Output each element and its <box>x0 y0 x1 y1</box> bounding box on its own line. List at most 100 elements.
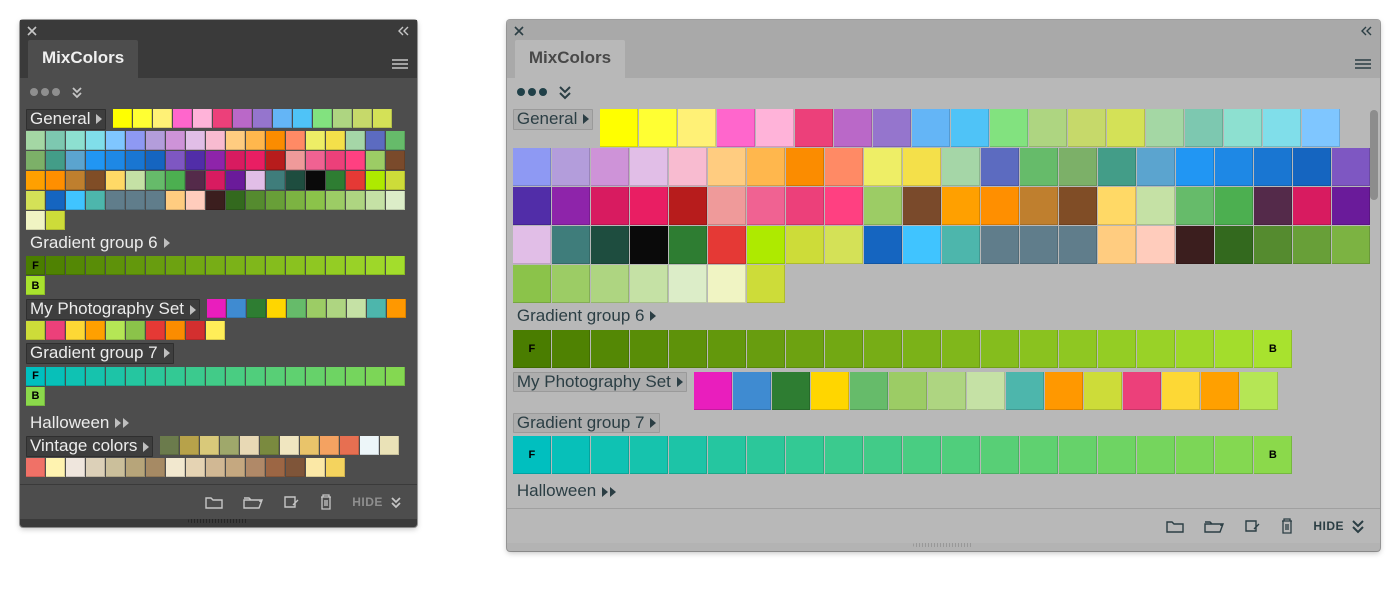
color-swatch[interactable] <box>166 256 185 275</box>
color-swatch[interactable] <box>912 109 950 147</box>
color-swatch[interactable] <box>708 265 746 303</box>
color-swatch[interactable] <box>850 372 888 410</box>
tab-mixcolors[interactable]: MixColors <box>515 40 625 78</box>
color-swatch[interactable] <box>825 226 863 264</box>
color-swatch[interactable] <box>552 265 590 303</box>
color-swatch[interactable] <box>942 330 980 368</box>
color-swatch[interactable] <box>1240 372 1278 410</box>
color-swatch[interactable] <box>669 148 707 186</box>
color-swatch[interactable] <box>246 191 265 210</box>
group-header-myphoto[interactable]: My Photography Set <box>513 372 687 393</box>
color-swatch[interactable] <box>186 151 205 170</box>
color-swatch[interactable] <box>346 151 365 170</box>
color-swatch[interactable] <box>86 256 105 275</box>
collapse-icon[interactable] <box>397 25 411 37</box>
color-swatch[interactable] <box>226 191 245 210</box>
color-swatch[interactable] <box>246 171 265 190</box>
color-swatch[interactable] <box>1059 330 1097 368</box>
color-swatch[interactable] <box>747 148 785 186</box>
color-swatch[interactable] <box>903 148 941 186</box>
color-swatch[interactable] <box>286 171 305 190</box>
color-swatch[interactable] <box>513 226 551 264</box>
color-swatch[interactable] <box>669 187 707 225</box>
color-swatch[interactable] <box>1201 372 1239 410</box>
color-swatch[interactable] <box>106 458 125 477</box>
color-swatch[interactable] <box>786 187 824 225</box>
color-swatch[interactable] <box>46 367 65 386</box>
bg-swatch[interactable]: B <box>1254 330 1292 368</box>
color-swatch[interactable] <box>1332 187 1370 225</box>
color-swatch[interactable] <box>286 367 305 386</box>
color-swatch[interactable] <box>320 436 339 455</box>
color-swatch[interactable] <box>825 330 863 368</box>
color-swatch[interactable] <box>1059 436 1097 474</box>
color-swatch[interactable] <box>1020 187 1058 225</box>
color-swatch[interactable] <box>300 436 319 455</box>
color-swatch[interactable] <box>1293 148 1331 186</box>
color-swatch[interactable] <box>366 131 385 150</box>
color-swatch[interactable] <box>380 436 399 455</box>
color-swatch[interactable] <box>951 109 989 147</box>
color-swatch[interactable] <box>942 226 980 264</box>
group-header-grad7[interactable]: Gradient group 7 <box>513 413 661 434</box>
color-swatch[interactable] <box>591 265 629 303</box>
color-swatch[interactable] <box>146 367 165 386</box>
color-swatch[interactable] <box>326 171 345 190</box>
resize-gripper[interactable] <box>20 519 417 527</box>
color-swatch[interactable] <box>1215 148 1253 186</box>
color-swatch[interactable] <box>825 436 863 474</box>
group-header-myphoto[interactable]: My Photography Set <box>26 299 200 320</box>
color-swatch[interactable] <box>669 436 707 474</box>
color-swatch[interactable] <box>186 171 205 190</box>
color-swatch[interactable] <box>1020 330 1058 368</box>
color-swatch[interactable] <box>1098 330 1136 368</box>
color-swatch[interactable] <box>1176 436 1214 474</box>
color-swatch[interactable] <box>126 131 145 150</box>
color-swatch[interactable] <box>386 256 405 275</box>
color-swatch[interactable] <box>1254 148 1292 186</box>
color-swatch[interactable] <box>1137 187 1175 225</box>
color-swatch[interactable] <box>186 191 205 210</box>
group-header-general[interactable]: General <box>513 109 593 130</box>
color-swatch[interactable] <box>1215 226 1253 264</box>
color-swatch[interactable] <box>186 458 205 477</box>
color-swatch[interactable] <box>1029 109 1067 147</box>
color-swatch[interactable] <box>591 330 629 368</box>
color-swatch[interactable] <box>26 211 45 230</box>
group-header-halloween[interactable]: Halloween <box>26 413 133 434</box>
color-swatch[interactable] <box>1293 226 1331 264</box>
color-swatch[interactable] <box>386 171 405 190</box>
color-swatch[interactable] <box>733 372 771 410</box>
color-swatch[interactable] <box>981 226 1019 264</box>
color-swatch[interactable] <box>1137 148 1175 186</box>
fg-swatch[interactable]: F <box>26 367 45 386</box>
color-swatch[interactable] <box>386 151 405 170</box>
color-swatch[interactable] <box>591 148 629 186</box>
bg-swatch[interactable]: B <box>26 387 45 406</box>
color-swatch[interactable] <box>552 436 590 474</box>
color-swatch[interactable] <box>864 226 902 264</box>
color-swatch[interactable] <box>226 171 245 190</box>
color-swatch[interactable] <box>990 109 1028 147</box>
panel-menu-icon[interactable] <box>1354 58 1372 70</box>
color-swatch[interactable] <box>1146 109 1184 147</box>
folder-icon[interactable] <box>204 494 224 510</box>
color-swatch[interactable] <box>1224 109 1262 147</box>
ellipsis-icon[interactable] <box>517 88 547 96</box>
expand-all-icon[interactable] <box>557 84 573 100</box>
color-swatch[interactable] <box>306 151 325 170</box>
color-swatch[interactable] <box>66 191 85 210</box>
color-swatch[interactable] <box>280 436 299 455</box>
color-swatch[interactable] <box>166 151 185 170</box>
color-swatch[interactable] <box>1254 226 1292 264</box>
color-swatch[interactable] <box>306 256 325 275</box>
color-swatch[interactable] <box>66 367 85 386</box>
color-swatch[interactable] <box>186 131 205 150</box>
color-swatch[interactable] <box>346 256 365 275</box>
color-swatch[interactable] <box>1332 226 1370 264</box>
color-swatch[interactable] <box>1059 148 1097 186</box>
color-swatch[interactable] <box>306 171 325 190</box>
bg-swatch[interactable]: B <box>1254 436 1292 474</box>
color-swatch[interactable] <box>206 321 225 340</box>
group-header-grad6[interactable]: Gradient group 6 <box>513 306 661 327</box>
